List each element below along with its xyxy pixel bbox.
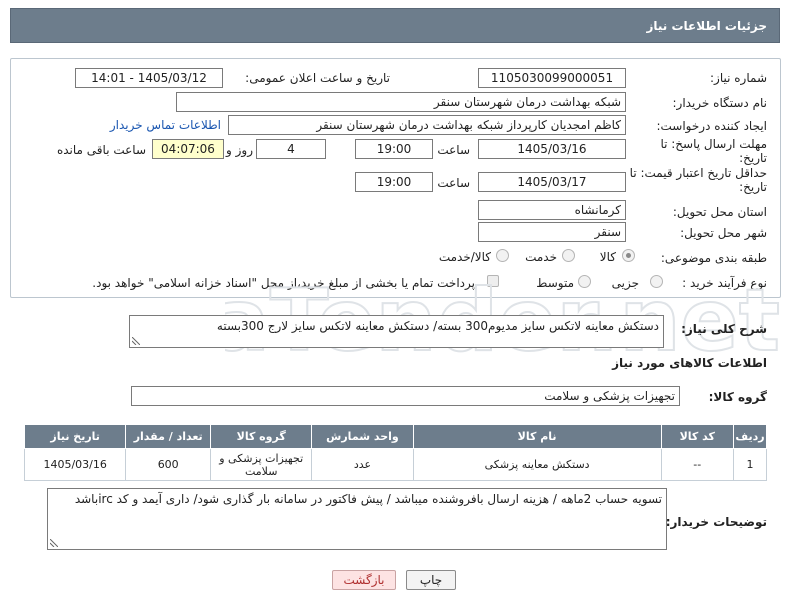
goods-table-header: ردیف کد کالا نام کالا واحد شمارش گروه کا… [23, 424, 768, 449]
category-goods-label: کالا [599, 250, 616, 264]
cell-code: -- [660, 448, 734, 481]
goods-section-title: اطلاعات کالاهای مورد نیاز [612, 356, 767, 370]
need-number-label: شماره نیاز: [710, 71, 767, 85]
cell-unit: عدد [311, 448, 414, 481]
validity-time-field: 19:00 [355, 172, 433, 192]
col-code: کد کالا [660, 424, 734, 449]
process-minor-radio[interactable] [650, 275, 663, 288]
reply-date-field: 1405/03/16 [478, 139, 626, 159]
contact-buyer-link[interactable]: اطلاعات تماس خریدار [110, 118, 221, 132]
creator-field: کاظم امجدیان کارپرداز شبکه بهداشت درمان … [228, 115, 626, 135]
reply-time-label: ساعت [437, 143, 470, 157]
cell-need-date: 1405/03/16 [23, 448, 127, 481]
province-field: کرمانشاه [478, 200, 626, 220]
col-group: گروه کالا [210, 424, 313, 449]
resize-grip-icon[interactable] [132, 337, 140, 345]
treasury-payment-note: پرداخت تمام یا بخشی از مبلغ خرید،از محل … [92, 276, 475, 290]
print-button[interactable]: چاپ [406, 570, 456, 590]
announce-datetime-label: تاریخ و ساعت اعلان عمومی: [245, 71, 390, 85]
buyer-notes-text: تسویه حساب 2ماهه / هزینه ارسال بافروشنده… [74, 492, 662, 506]
validity-date-field: 1405/03/17 [478, 172, 626, 192]
page-header: جزئیات اطلاعات نیاز [10, 8, 780, 43]
category-label: طبقه بندی موضوعی: [660, 251, 767, 265]
validity-time-label: ساعت [437, 176, 470, 190]
cell-quantity: 600 [125, 448, 212, 481]
goods-group-label: گروه کالا: [708, 390, 767, 404]
goods-table: ردیف کد کالا نام کالا واحد شمارش گروه کا… [23, 424, 768, 481]
reply-deadline-label: مهلت ارسال پاسخ: تا تاریخ: [660, 137, 767, 165]
col-name: نام کالا [412, 424, 662, 449]
city-field: سنقر [478, 222, 626, 242]
buyer-label: نام دستگاه خریدار: [672, 96, 768, 110]
need-number-field: 1105030099000051 [478, 68, 626, 88]
need-summary-text: دستکش معاینه لاتکس سایز مدیوم300 بسته/ د… [216, 319, 659, 333]
category-service-radio[interactable] [562, 249, 575, 262]
remaining-days-field: 4 [256, 139, 326, 159]
process-medium-radio[interactable] [578, 275, 591, 288]
need-summary-field: دستکش معاینه لاتکس سایز مدیوم300 بسته/ د… [129, 315, 664, 348]
back-button[interactable]: بازگشت [332, 570, 396, 590]
days-label: روز و [226, 143, 253, 157]
category-goods-radio[interactable] [622, 249, 635, 262]
creator-label: ایجاد کننده درخواست: [656, 119, 767, 133]
buyer-field: شبکه بهداشت درمان شهرستان سنقر [176, 92, 626, 112]
page: جزئیات اطلاعات نیاز شماره نیاز: 11050300… [0, 0, 789, 606]
remaining-time-field: 04:07:06 [152, 139, 224, 159]
cell-group: تجهیزات پزشکی و سلامت [210, 448, 313, 481]
col-quantity: تعداد / مقدار [125, 424, 212, 449]
price-validity-label: حداقل تاریخ اعتبار قیمت: تا تاریخ: [629, 166, 767, 194]
col-row: ردیف [732, 424, 768, 449]
cell-name: دستکش معاینه پزشکی [412, 448, 662, 481]
need-summary-label: شرح کلی نیاز: [681, 322, 767, 336]
reply-time-field: 19:00 [355, 139, 433, 159]
announce-datetime-field: 1405/03/12 - 14:01 [75, 68, 223, 88]
col-unit: واحد شمارش [311, 424, 414, 449]
city-label: شهر محل تحویل: [680, 226, 767, 240]
resize-grip-icon[interactable] [50, 539, 58, 547]
process-medium-label: متوسط [536, 276, 574, 290]
process-type-label: نوع فرآیند خرید : [682, 276, 767, 290]
category-goods-service-radio[interactable] [496, 249, 509, 262]
table-row: 1 -- دستکش معاینه پزشکی عدد تجهیزات پزشک… [23, 448, 768, 481]
category-goods-service-label: کالا/خدمت [438, 250, 491, 264]
cell-row: 1 [732, 448, 768, 481]
page-title: جزئیات اطلاعات نیاز [646, 19, 767, 33]
province-label: استان محل تحویل: [672, 205, 767, 219]
treasury-payment-checkbox[interactable] [487, 275, 499, 287]
process-minor-label: جزیی [611, 276, 639, 290]
buyer-notes-field: تسویه حساب 2ماهه / هزینه ارسال بافروشنده… [47, 488, 667, 550]
category-service-label: خدمت [525, 250, 557, 264]
goods-group-field: تجهیزات پزشکی و سلامت [131, 386, 680, 406]
col-need-date: تاریخ نیاز [23, 424, 127, 449]
buyer-notes-label: توضیحات خریدار: [665, 515, 767, 529]
remaining-time-label: ساعت باقی مانده [56, 143, 146, 157]
